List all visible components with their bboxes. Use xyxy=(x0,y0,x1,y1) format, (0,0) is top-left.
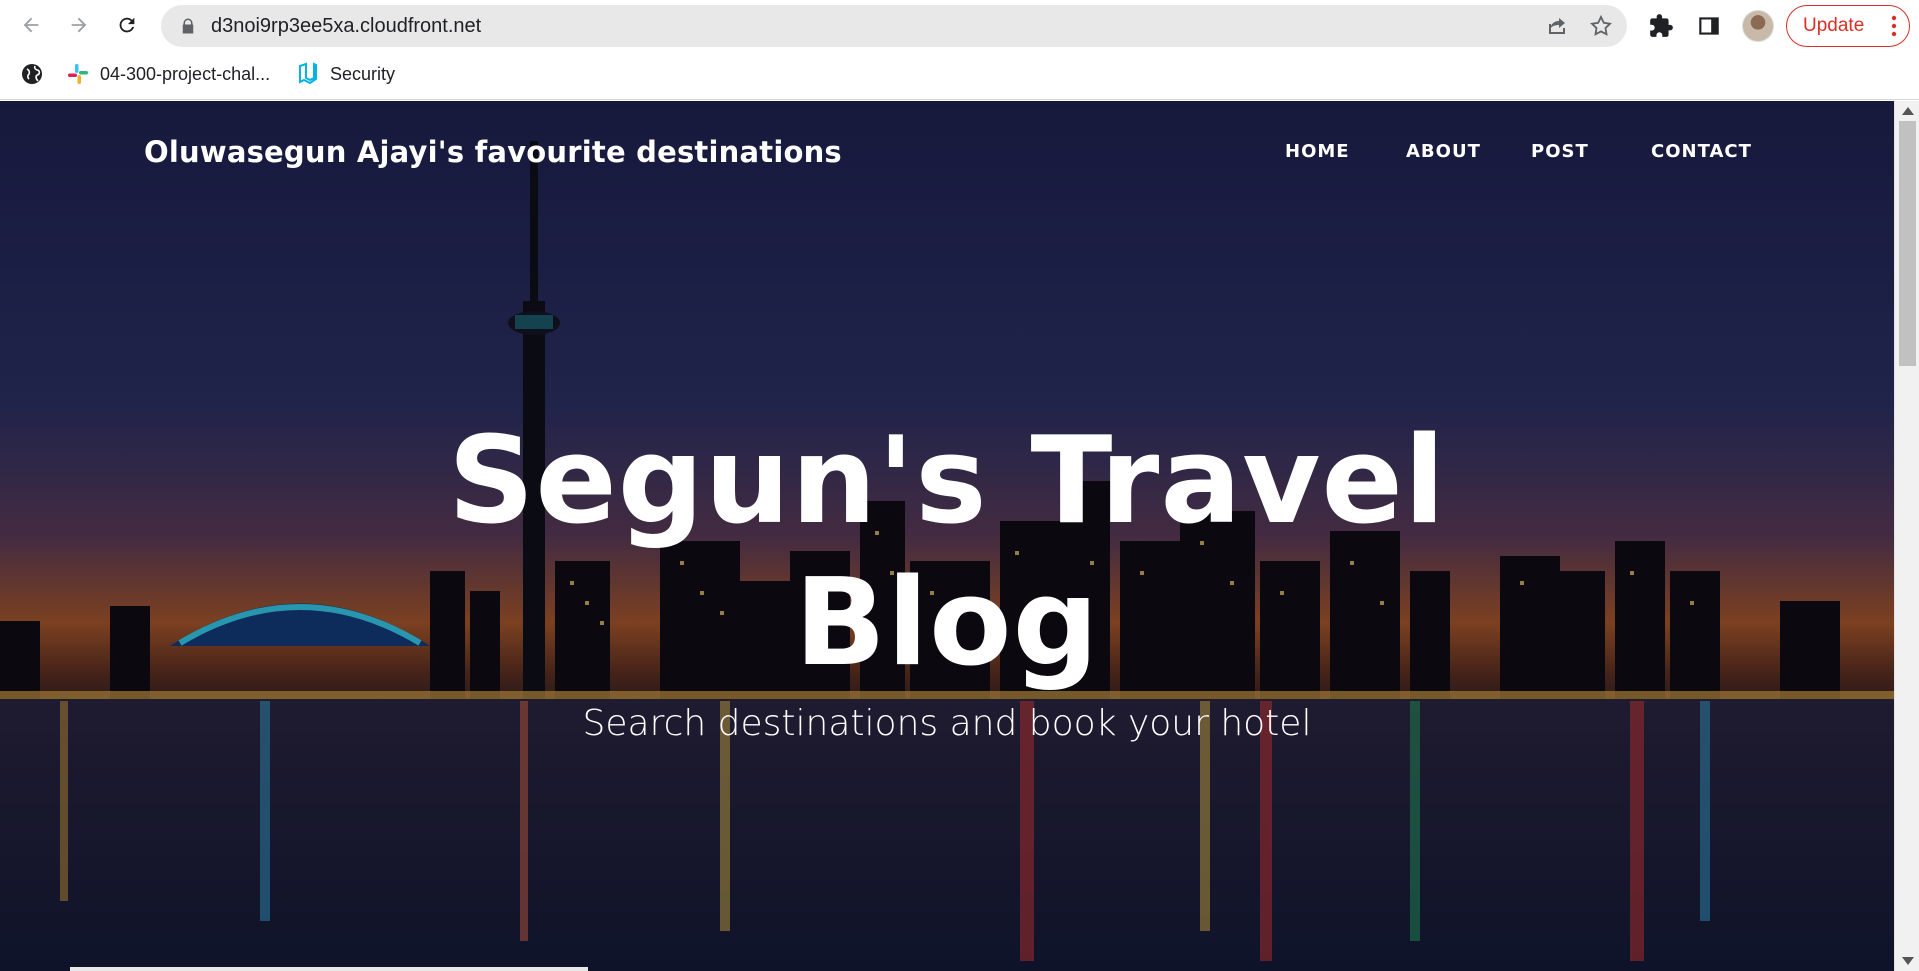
back-button[interactable] xyxy=(14,8,48,42)
bookmark-globe[interactable] xyxy=(20,62,44,86)
nav-post[interactable]: POST xyxy=(1531,141,1589,162)
lock-icon xyxy=(182,18,194,34)
reload-button[interactable] xyxy=(110,8,144,42)
bookmarks-bar: 04-300-project-chal... Security xyxy=(0,51,1919,100)
back-arrow-icon xyxy=(23,17,39,33)
udacity-icon xyxy=(299,62,317,85)
profile-avatar[interactable] xyxy=(1742,10,1774,42)
update-label: Update xyxy=(1803,15,1865,36)
page-scrollbar[interactable] xyxy=(1894,101,1919,971)
bookmark-project[interactable]: 04-300-project-chal... xyxy=(66,62,270,86)
hero-subtitle: Search destinations and book your hotel xyxy=(582,703,1312,744)
browser-toolbar: d3noi9rp3ee5xa.cloudfront.net Update xyxy=(0,0,1919,51)
bookmark-label: Security xyxy=(330,63,396,84)
slack-icon xyxy=(68,64,88,84)
nav-about[interactable]: ABOUT xyxy=(1406,141,1481,162)
share-icon[interactable] xyxy=(1545,14,1569,38)
url-text[interactable]: d3noi9rp3ee5xa.cloudfront.net xyxy=(211,15,481,38)
nav-home[interactable]: HOME xyxy=(1285,141,1350,162)
bookmark-label: 04-300-project-chal... xyxy=(100,63,271,84)
forward-arrow-icon xyxy=(71,17,87,33)
bookmark-star-icon[interactable] xyxy=(1589,14,1613,38)
side-panel-icon[interactable] xyxy=(1696,13,1722,39)
page-hero: Oluwasegun Ajayi's favourite destination… xyxy=(0,101,1894,971)
scroll-up-arrow-icon[interactable] xyxy=(1902,107,1914,115)
globe-icon xyxy=(22,64,42,84)
hero-title: Segun's Travel Blog xyxy=(0,411,1894,695)
hero-title-line2: Blog xyxy=(794,554,1100,693)
address-bar[interactable]: d3noi9rp3ee5xa.cloudfront.net xyxy=(161,5,1627,47)
update-button[interactable]: Update xyxy=(1786,5,1910,47)
bookmark-security[interactable]: Security xyxy=(296,62,395,86)
site-title[interactable]: Oluwasegun Ajayi's favourite destination… xyxy=(144,135,842,169)
extensions-puzzle-icon[interactable] xyxy=(1648,13,1674,39)
scroll-thumb[interactable] xyxy=(1899,121,1916,366)
nav-contact[interactable]: CONTACT xyxy=(1651,141,1752,162)
more-menu-icon xyxy=(1891,15,1897,37)
scroll-down-arrow-icon[interactable] xyxy=(1902,957,1914,965)
hero-title-line1: Segun's Travel xyxy=(447,412,1447,551)
horizontal-scroll-indicator xyxy=(70,967,588,971)
reload-icon xyxy=(119,17,135,33)
forward-button[interactable] xyxy=(62,8,96,42)
